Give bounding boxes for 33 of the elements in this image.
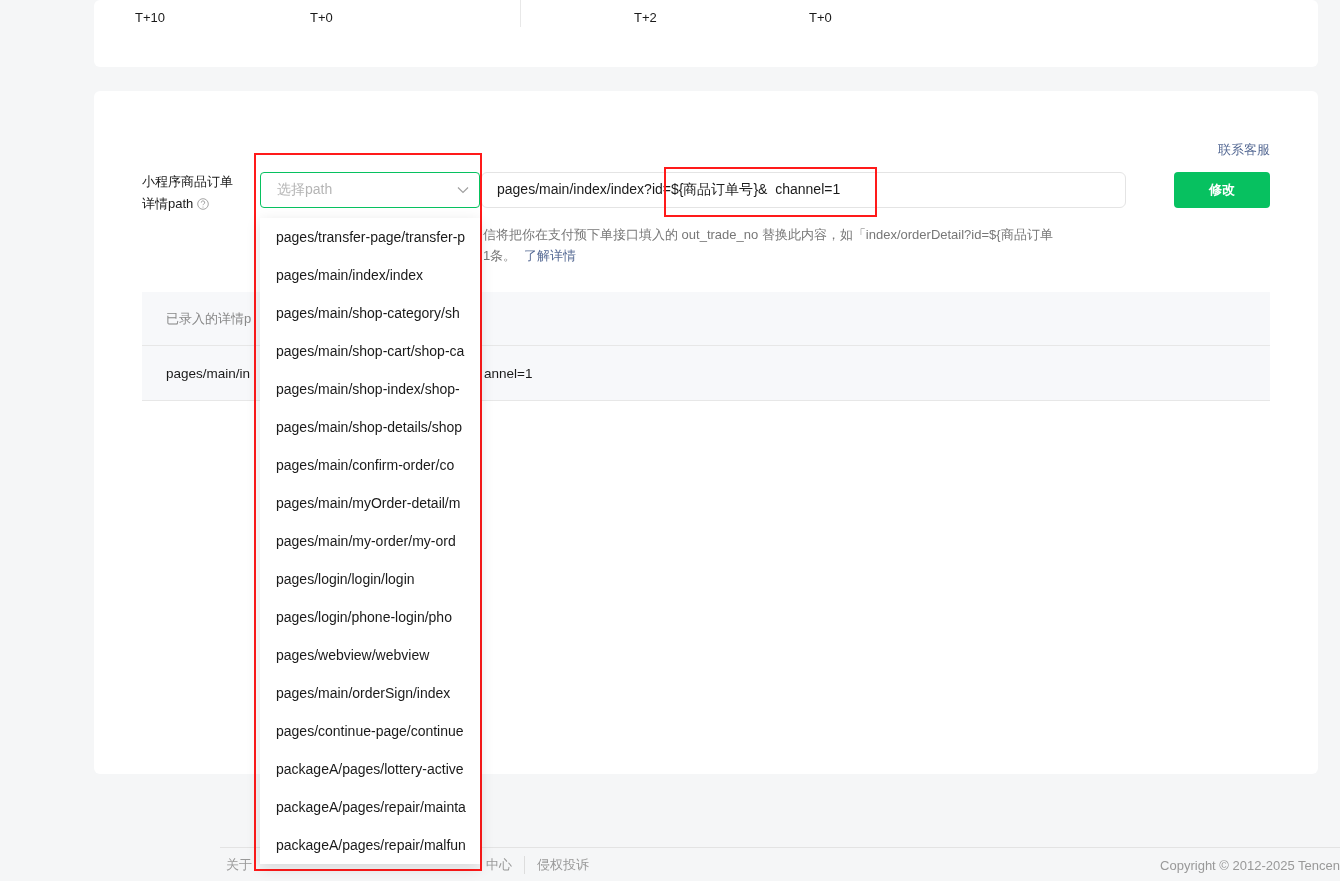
field-label: 小程序商品订单 xyxy=(142,173,233,191)
field-label: 详情path xyxy=(142,195,194,213)
dropdown-option[interactable]: pages/login/login/login xyxy=(260,560,480,598)
hint-text: 信将把你在支付预下单接口填入的 out_trade_no 替换此内容，如「index/orderDetail?id=${商品订单 xyxy=(483,227,1053,242)
dropdown-option[interactable]: pages/main/my-order/my-ord xyxy=(260,522,480,560)
dropdown-option[interactable]: pages/main/confirm-order/co xyxy=(260,446,480,484)
dropdown-option[interactable]: packageA/pages/repair/malfun xyxy=(260,826,480,864)
table-cell: annel=1 xyxy=(484,365,533,381)
dropdown-option[interactable]: pages/main/shop-details/shop xyxy=(260,408,480,446)
dropdown-option[interactable]: packageA/pages/repair/mainta xyxy=(260,788,480,826)
dropdown-option[interactable]: pages/transfer-page/transfer-p xyxy=(260,218,480,256)
field-value: T+2 xyxy=(634,9,658,27)
hint-text: 1条。 xyxy=(483,248,517,263)
table-cell-text: pages/main/in xyxy=(166,365,252,381)
dropdown-option[interactable]: pages/continue-page/continue xyxy=(260,712,480,750)
dropdown-option[interactable]: packageA/pages/lottery-active xyxy=(260,750,480,788)
column-header: 已录入的详情p xyxy=(166,309,252,328)
dropdown-option[interactable]: pages/webview/webview xyxy=(260,636,480,674)
field-value: T+0 xyxy=(310,9,334,27)
field-value: T+0 xyxy=(809,9,833,27)
field-value: T+10 xyxy=(135,9,166,27)
learn-more-link[interactable]: 了解详情 xyxy=(524,248,577,263)
dropdown-option[interactable]: pages/main/shop-index/shop- xyxy=(260,370,480,408)
chevron-down-icon xyxy=(457,186,469,194)
dropdown-option[interactable]: pages/main/myOrder-detail/m xyxy=(260,484,480,522)
dropdown-option[interactable]: pages/main/shop-cart/shop-ca xyxy=(260,332,480,370)
dropdown-option[interactable]: pages/main/orderSign/index xyxy=(260,674,480,712)
help-icon xyxy=(197,198,210,210)
dropdown-option[interactable]: pages/main/shop-category/sh xyxy=(260,294,480,332)
contact-link[interactable]: 联系客服 xyxy=(1218,141,1270,159)
copyright-text: Copyright © 2012-2025 Tencen xyxy=(1160,857,1340,873)
dropdown-option[interactable]: pages/main/index/index xyxy=(260,256,480,294)
dropdown-option[interactable]: pages/login/phone-login/pho xyxy=(260,598,480,636)
